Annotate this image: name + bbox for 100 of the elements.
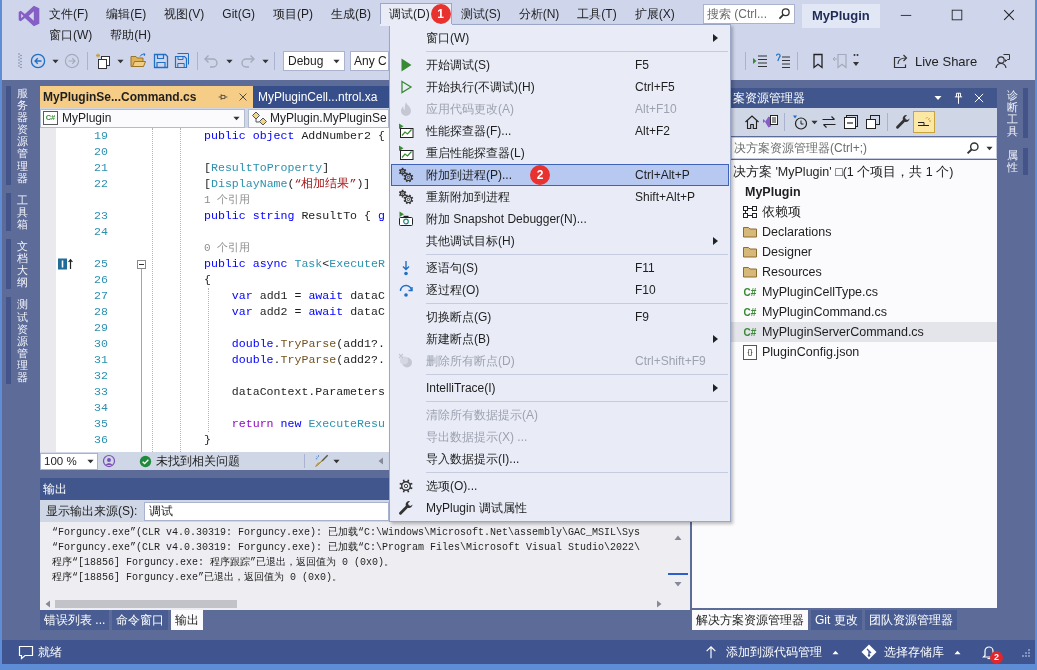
menu-item[interactable]: 开始执行(不调试)(H) Ctrl+F5	[391, 76, 729, 98]
tree-item[interactable]: MyPlugin	[731, 182, 997, 202]
pin-icon[interactable]	[218, 92, 228, 102]
open-folder-icon[interactable]	[130, 53, 146, 69]
menu-item[interactable]: 重启性能探查器(L)	[391, 142, 729, 164]
save-icon[interactable]	[153, 53, 169, 69]
status-item[interactable]: 添加到源代码管理	[726, 643, 822, 661]
document-tab[interactable]: MyPluginCell...ntrol.xa	[253, 86, 389, 108]
menu-item[interactable]: 扩展(X)	[625, 3, 684, 24]
caret-icon[interactable]	[262, 57, 269, 65]
tool-window-tab[interactable]: 服务器资源管理器	[6, 86, 28, 185]
caret-icon[interactable]	[811, 118, 818, 126]
reference-count-link[interactable]: 0 个引用	[204, 242, 251, 254]
person-circle-icon[interactable]	[102, 454, 116, 468]
bell-icon[interactable]	[981, 644, 997, 660]
caret-icon[interactable]	[117, 57, 124, 65]
tree-item[interactable]: C# MyPluginCommand.cs	[731, 302, 997, 322]
scroll-thumb[interactable]	[55, 600, 237, 608]
menu-item[interactable]: 重新附加到进程 Shift+Alt+P	[391, 186, 729, 208]
highlighted-tile-icon[interactable]	[913, 111, 935, 133]
menu-item[interactable]: 项目(P)	[264, 3, 322, 24]
menu-item[interactable]: 性能探查器(F)... Alt+F2	[391, 120, 729, 142]
status-item[interactable]: 选择存储库	[884, 643, 944, 661]
menu-item[interactable]: 生成(B)	[322, 3, 380, 24]
search-field[interactable]: 决方案资源管理器(Ctrl+;)	[731, 137, 997, 159]
new-project-icon[interactable]	[95, 53, 111, 69]
tree-item[interactable]: Resources	[731, 262, 997, 282]
home-icon[interactable]	[744, 114, 760, 130]
logo-window-icon[interactable]	[762, 114, 778, 130]
panel-tab[interactable]: 团队资源管理器	[864, 610, 957, 630]
tool-window-tab[interactable]: 诊断工具	[1007, 88, 1028, 139]
caret-icon[interactable]	[226, 57, 233, 65]
caret-icon[interactable]	[934, 94, 942, 102]
menu-item[interactable]: 窗口(W)	[391, 27, 729, 49]
tool-window-tab[interactable]: 测试资源管理器	[6, 297, 28, 385]
clock-icon[interactable]	[792, 114, 808, 130]
caret-icon[interactable]	[832, 648, 839, 656]
menu-item[interactable]: 分析(N)	[509, 3, 569, 24]
live-share-button[interactable]: Live Share	[893, 53, 978, 69]
up-arrow-icon[interactable]	[704, 645, 718, 659]
caret-icon[interactable]	[333, 457, 340, 465]
save-all-icon[interactable]	[174, 53, 190, 69]
tree-item[interactable]: Declarations	[731, 222, 997, 242]
resize-grip-icon[interactable]	[1019, 646, 1031, 658]
close-icon[interactable]	[238, 92, 248, 102]
feedback-icon[interactable]	[995, 53, 1012, 69]
menu-item[interactable]: IntelliTrace(I)	[391, 377, 729, 399]
zoom-dropdown[interactable]: 100 %	[40, 452, 98, 470]
menu-item[interactable]: 文件(F)	[40, 3, 98, 24]
tool-window-tab[interactable]: 工具箱	[6, 192, 28, 232]
menu-item[interactable]: 选项(O)...	[391, 475, 729, 497]
tree-item[interactable]: 依赖项	[731, 202, 997, 222]
tool-window-tab[interactable]: 属性	[1007, 148, 1028, 175]
platform-dropdown[interactable]: Any C	[350, 51, 389, 71]
configuration-dropdown[interactable]: Debug	[283, 51, 345, 71]
issues-status[interactable]: 未找到相关问题	[156, 452, 240, 470]
menu-item[interactable]: 导入数据提示(I)...	[391, 448, 729, 470]
brush-icon[interactable]	[315, 454, 329, 468]
collapse-icon[interactable]	[137, 259, 146, 269]
menu-item[interactable]: 工具(T)	[568, 3, 626, 24]
menu-item[interactable]: 新建断点(B)	[391, 328, 729, 350]
collapse-all-icon[interactable]	[843, 114, 859, 130]
document-tab[interactable]: MyPluginSe...Command.cs	[40, 86, 253, 108]
maximize-icon[interactable]	[950, 8, 965, 22]
menu-item[interactable]: 开始调试(S) F5	[391, 54, 729, 76]
menu-item[interactable]: 调试(D) 1	[380, 3, 452, 24]
question-lines-icon[interactable]	[775, 53, 791, 69]
menu-item[interactable]: Git(G)	[213, 3, 264, 24]
menu-item[interactable]: 附加 Snapshot Debugger(N)...	[391, 208, 729, 230]
tree-item[interactable]: C# MyPluginServerCommand.cs	[731, 322, 997, 342]
stacked-pages-icon[interactable]	[865, 114, 881, 130]
panel-tab[interactable]: Git 更改	[811, 610, 862, 630]
diamond-icon[interactable]	[861, 644, 877, 660]
caret-icon[interactable]	[986, 145, 993, 152]
indent-lines-icon[interactable]	[752, 53, 768, 69]
menu-item[interactable]: 编辑(E)	[97, 3, 156, 24]
panel-tab[interactable]: 错误列表 ...	[40, 610, 110, 630]
menu-item[interactable]: MyPlugin 调试属性	[391, 497, 729, 519]
output-source-dropdown[interactable]: 调试	[144, 501, 390, 521]
bookmark-icon[interactable]	[810, 53, 826, 69]
menu-item[interactable]: 切换断点(G) F9	[391, 306, 729, 328]
back-icon[interactable]	[30, 53, 46, 69]
tree-item[interactable]: 决方案 'MyPlugin' □(1 个项目，共 1 个)	[731, 162, 997, 182]
menu-item[interactable]: 其他调试目标(H)	[391, 230, 729, 252]
caret-icon[interactable]	[52, 57, 59, 65]
speech-bubble-icon[interactable]	[18, 644, 34, 660]
search-field[interactable]: 搜索 (Ctrl...	[703, 4, 795, 24]
scroll-down-icon[interactable]	[673, 580, 682, 588]
menu-item[interactable]: 视图(V)	[155, 3, 214, 24]
panel-tab[interactable]: 命令窗口	[112, 610, 169, 630]
wrench-icon[interactable]	[895, 114, 911, 130]
menu-item[interactable]: 窗口(W)	[40, 24, 102, 45]
scroll-right-icon[interactable]	[655, 600, 663, 608]
tree-item[interactable]: C# MyPluginCellType.cs	[731, 282, 997, 302]
menu-item[interactable]: 帮助(H)	[101, 24, 160, 45]
scroll-left-icon[interactable]	[44, 600, 52, 608]
member-selector[interactable]: MyPlugin.MyPluginSe	[248, 108, 389, 128]
tree-item[interactable]: Designer	[731, 242, 997, 262]
menu-item[interactable]: 逐语句(S) F11	[391, 257, 729, 279]
menu-item[interactable]: 逐过程(O) F10	[391, 279, 729, 301]
